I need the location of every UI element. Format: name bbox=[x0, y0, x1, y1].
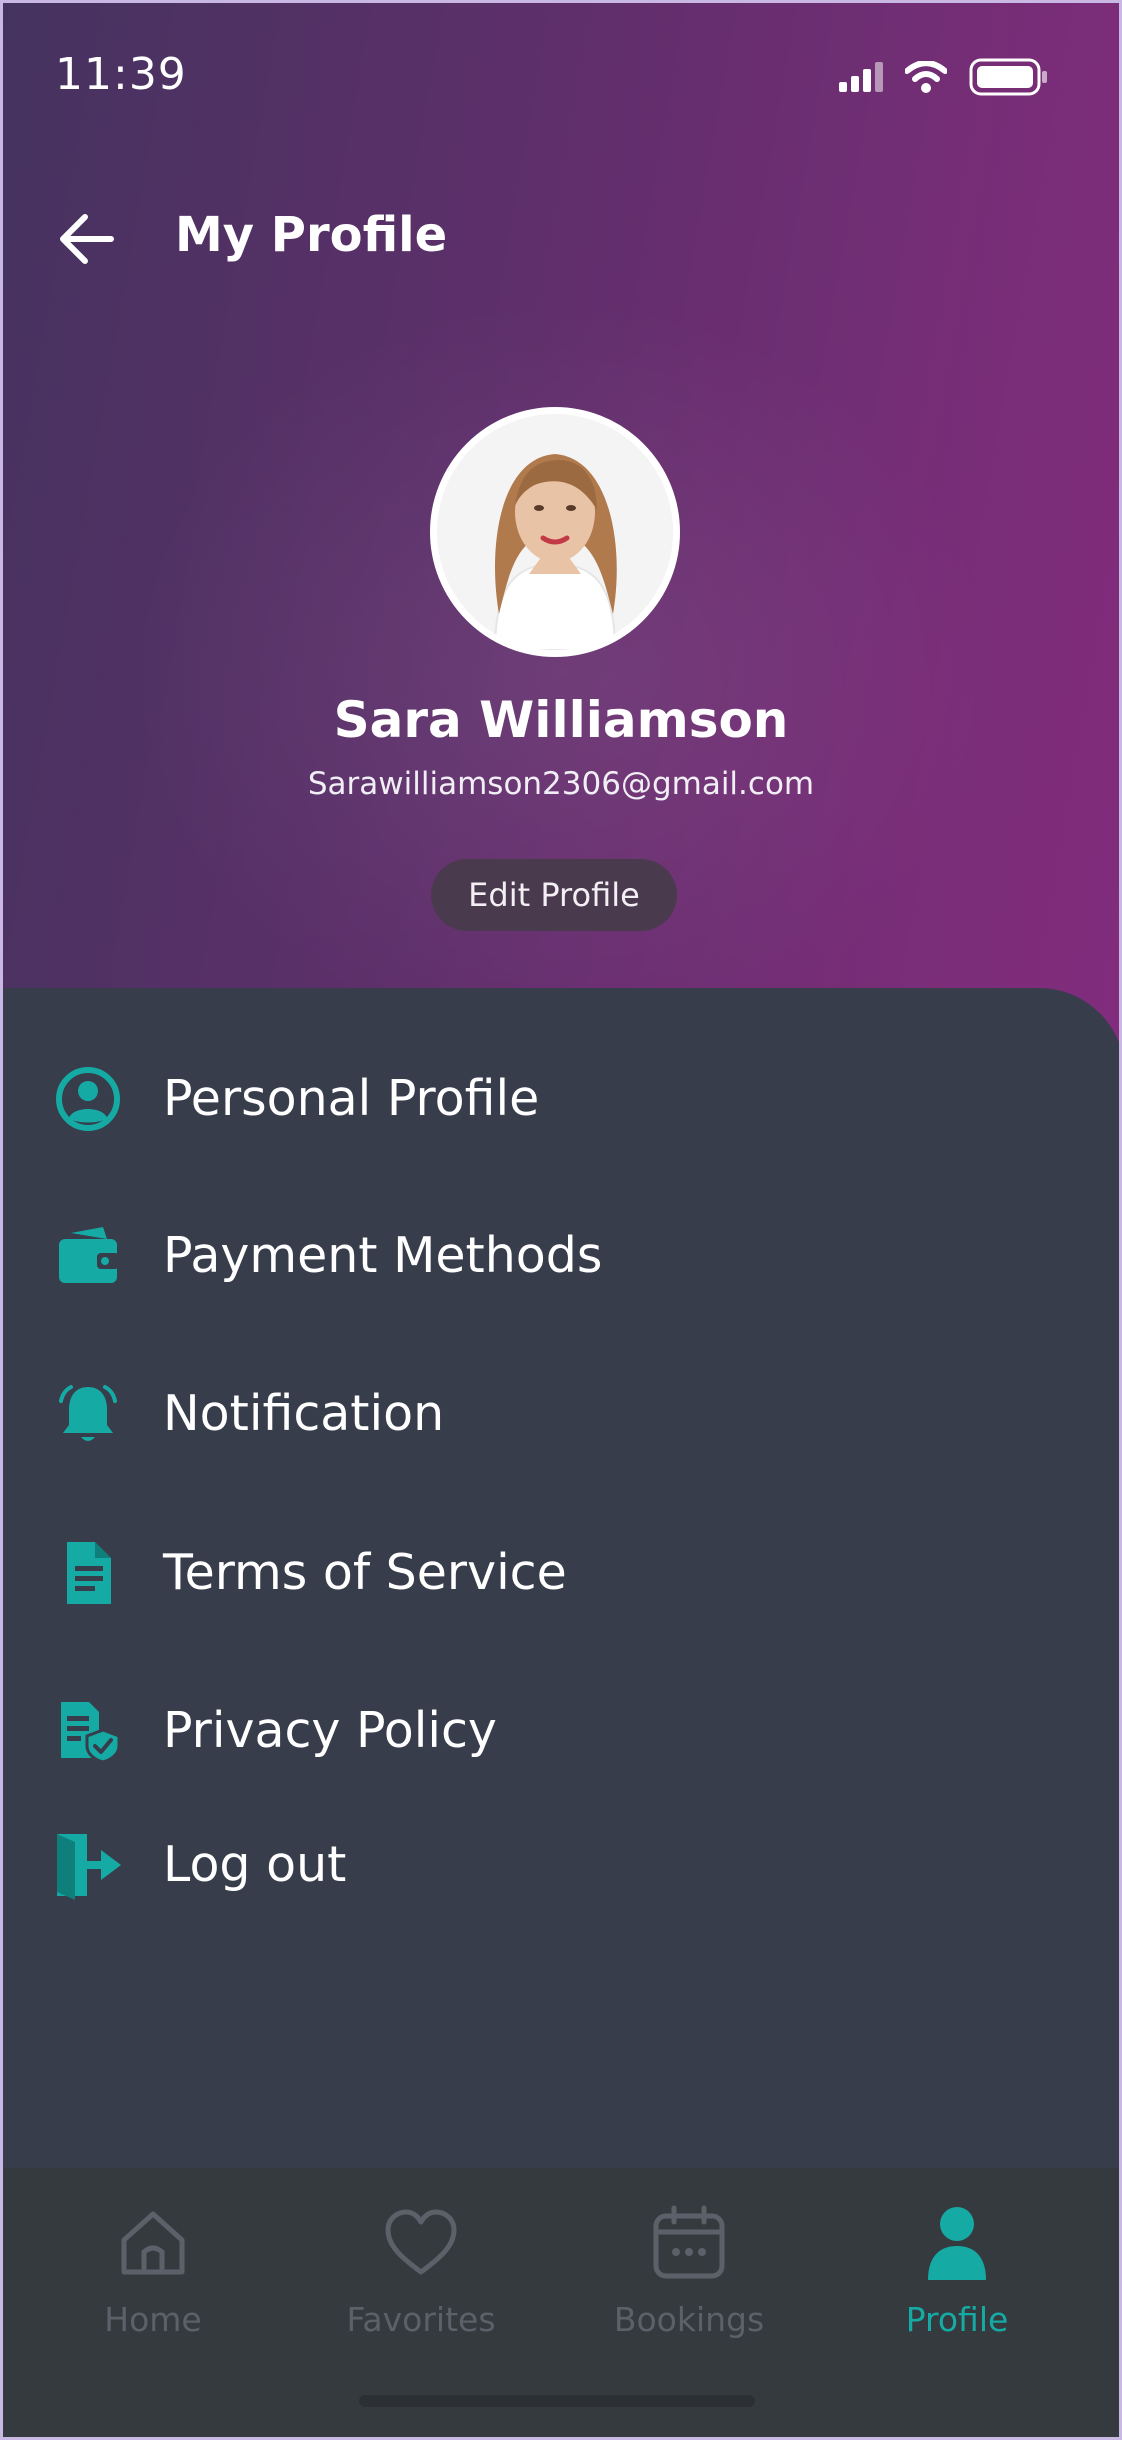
home-icon bbox=[43, 2198, 263, 2288]
menu-item-terms-of-service[interactable]: Terms of Service bbox=[3, 1518, 1119, 1628]
tab-bookings[interactable]: Bookings bbox=[579, 2198, 799, 2388]
wallet-icon bbox=[53, 1221, 123, 1291]
tab-label: Home bbox=[104, 2300, 202, 2339]
calendar-icon bbox=[579, 2198, 799, 2288]
bell-icon bbox=[53, 1379, 123, 1449]
arrow-left-icon bbox=[60, 214, 114, 264]
back-button[interactable] bbox=[53, 209, 123, 269]
home-indicator bbox=[359, 2395, 755, 2407]
menu-item-label: Notification bbox=[163, 1385, 445, 1442]
signal-icon bbox=[839, 62, 883, 92]
logout-icon bbox=[53, 1830, 123, 1900]
status-icons bbox=[839, 57, 1049, 97]
menu-item-label: Personal Profile bbox=[163, 1070, 540, 1127]
document-icon bbox=[53, 1538, 123, 1608]
status-bar: 11:39 bbox=[3, 3, 1119, 153]
tab-label: Bookings bbox=[613, 2300, 765, 2339]
menu-item-personal-profile[interactable]: Personal Profile bbox=[3, 1044, 1119, 1154]
document-shield-icon bbox=[53, 1696, 123, 1766]
tab-label: Profile bbox=[905, 2300, 1009, 2339]
menu-item-privacy-policy[interactable]: Privacy Policy bbox=[3, 1676, 1119, 1786]
tab-label: Favorites bbox=[346, 2300, 496, 2339]
user-email: Sarawilliamson2306@gmail.com bbox=[307, 766, 815, 802]
menu-item-label: Privacy Policy bbox=[163, 1702, 497, 1759]
header: My Profile bbox=[3, 193, 1119, 283]
heart-icon bbox=[311, 2198, 531, 2288]
status-time: 11:39 bbox=[55, 49, 187, 100]
profile-screen: 11:39 My Profile Sara Williamson Sarawil… bbox=[0, 0, 1122, 2440]
menu-item-notification[interactable]: Notification bbox=[3, 1359, 1119, 1469]
wifi-icon bbox=[905, 61, 947, 93]
menu-item-label: Payment Methods bbox=[163, 1227, 603, 1284]
person-icon bbox=[847, 2198, 1067, 2288]
menu-item-label: Terms of Service bbox=[163, 1544, 567, 1601]
edit-profile-button[interactable]: Edit Profile bbox=[431, 859, 677, 931]
tab-favorites[interactable]: Favorites bbox=[311, 2198, 531, 2388]
menu-item-payment-methods[interactable]: Payment Methods bbox=[3, 1201, 1119, 1311]
avatar-photo bbox=[437, 414, 673, 650]
tab-home[interactable]: Home bbox=[43, 2198, 263, 2388]
user-name: Sara Williamson bbox=[333, 691, 789, 749]
page-title: My Profile bbox=[175, 207, 448, 263]
menu-item-log-out[interactable]: Log out bbox=[3, 1810, 1119, 1920]
battery-icon bbox=[969, 58, 1047, 96]
user-circle-icon bbox=[53, 1064, 123, 1134]
avatar[interactable] bbox=[430, 407, 680, 657]
menu-item-label: Log out bbox=[163, 1836, 347, 1893]
tab-profile[interactable]: Profile bbox=[847, 2198, 1067, 2388]
